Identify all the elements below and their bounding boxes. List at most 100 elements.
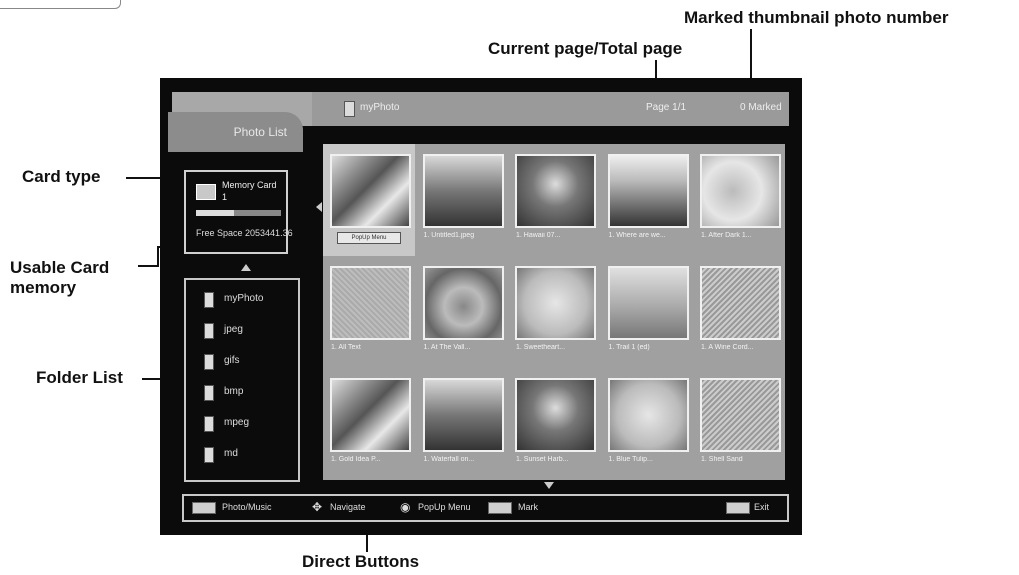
photo-thumbnail[interactable]: 1. Untitled1.jpeg xyxy=(416,144,508,256)
navigate-icon: ✥ xyxy=(312,500,323,514)
folder-name: jpeg xyxy=(224,324,243,335)
popup-menu-label: PopUp Menu xyxy=(418,502,471,512)
mark-label: Mark xyxy=(518,502,538,512)
photo-thumbnail[interactable]: 1. A Wine Cord... xyxy=(693,256,785,368)
photo-thumbnail-label: 1. Sunset Harb... xyxy=(516,456,569,463)
photo-thumbnail[interactable]: 1. Hawaii 07... xyxy=(508,144,600,256)
folder-icon xyxy=(204,385,214,401)
photo-thumbnail-image xyxy=(515,154,596,228)
callout-folder-list: Folder List xyxy=(36,368,123,387)
photo-thumbnail-label: 1. Untitled1.jpeg xyxy=(423,232,475,239)
photo-thumbnail[interactable]: 1. Blue Tulip... xyxy=(601,368,693,480)
red-key-icon xyxy=(192,502,216,514)
direct-button-bar: Photo/Music ✥ Navigate ◉ PopUp Menu Mark… xyxy=(182,494,789,522)
photo-thumbnail-image xyxy=(607,266,689,340)
folder-name: gifs xyxy=(224,355,240,366)
navigate-label: Navigate xyxy=(330,502,366,512)
photo-thumbnail-label: 1. A Wine Cord... xyxy=(701,344,754,351)
current-folder-path: myPhoto xyxy=(360,102,400,113)
photo-thumbnail-image xyxy=(515,266,596,340)
photo-thumbnail-image xyxy=(422,266,504,340)
photo-thumbnail-image xyxy=(330,378,411,452)
photo-thumbnail-label: 1. Hawaii 07... xyxy=(516,232,561,239)
photo-thumbnail-image xyxy=(607,154,689,228)
folder-icon xyxy=(344,101,355,117)
photo-thumbnail-image xyxy=(330,266,411,340)
exit-key-icon xyxy=(726,502,750,514)
marked-count: 0 Marked xyxy=(740,102,782,113)
photo-thumbnail[interactable]: 1. Sunset Harb... xyxy=(508,368,600,480)
photo-thumbnail-label: 1. Waterfall on... xyxy=(423,456,475,463)
photo-music-button[interactable]: Photo/Music xyxy=(192,501,332,515)
folder-icon xyxy=(204,416,214,432)
card-number: 1 xyxy=(222,192,228,202)
photo-thumbnail-label: 1. Where are we... xyxy=(608,232,666,239)
exit-button[interactable]: Exit xyxy=(726,501,784,515)
photo-thumbnail-label: 1. All Text xyxy=(331,344,361,351)
folder-icon xyxy=(204,354,214,370)
scroll-up-arrow-icon[interactable] xyxy=(241,264,251,271)
mark-button[interactable]: Mark xyxy=(488,501,568,515)
folder-name: md xyxy=(224,448,238,459)
photo-thumbnail-image xyxy=(422,154,504,228)
photo-thumbnail-label: 1. At The Vall... xyxy=(423,344,471,351)
callout-usable-memory-2: memory xyxy=(10,278,77,297)
folder-icon xyxy=(204,292,214,308)
photo-thumbnail[interactable]: 1. Sweetheart... xyxy=(508,256,600,368)
photo-thumbnail-image xyxy=(700,378,781,452)
card-type-label: Memory Card xyxy=(222,180,277,190)
photo-thumbnail-image xyxy=(607,378,689,452)
tv-photo-list-screen: myPhoto Page 1/1 0 Marked Photo List Mem… xyxy=(160,78,802,535)
photo-thumbnail-label: 1. Gold Idea P... xyxy=(331,456,381,463)
scroll-down-arrow-icon[interactable] xyxy=(544,482,554,489)
photo-thumbnail[interactable]: 1. Gold Idea P... xyxy=(323,368,415,480)
photo-thumbnail-image xyxy=(700,266,781,340)
photo-thumbnail-label: 1. Shell Sand xyxy=(701,456,743,463)
popup-menu-button[interactable]: ◉ PopUp Menu xyxy=(400,500,490,515)
memory-card-icon xyxy=(196,184,216,200)
photo-thumbnail[interactable]: 1. Shell Sand xyxy=(693,368,785,480)
enter-key-icon: ◉ xyxy=(400,500,411,514)
page-corner-decoration xyxy=(0,0,121,9)
photo-thumbnail-image xyxy=(330,154,411,228)
photo-thumbnail-label: 1. After Dark 1... xyxy=(701,232,752,239)
popup-menu-badge: PopUp Menu xyxy=(337,232,401,244)
photo-thumbnail[interactable]: 1. All Text xyxy=(323,256,415,368)
callout-usable-memory-1: Usable Card xyxy=(10,258,110,277)
photo-thumbnail[interactable]: PopUp Menu xyxy=(323,144,415,256)
callout-card-type: Card type xyxy=(22,167,101,186)
blue-key-icon xyxy=(488,502,512,514)
folder-name: myPhoto xyxy=(224,293,264,304)
photo-thumbnail-label: 1. Trail 1 (ed) xyxy=(608,344,650,351)
memory-usage-bar xyxy=(196,210,281,216)
navigate-button[interactable]: ✥ Navigate xyxy=(312,500,402,515)
photo-thumbnail-image xyxy=(700,154,781,228)
tab-photo-list[interactable]: Photo List xyxy=(168,112,303,152)
leader-line-usable-memory-v xyxy=(157,246,159,267)
folder-list: myPhoto jpeg gifs bmp mpeg md xyxy=(184,278,300,482)
leader-line-usable-memory-h1 xyxy=(138,265,158,267)
tab-photo-list-label: Photo List xyxy=(233,125,287,139)
memory-usage-fill xyxy=(196,210,235,216)
thumbnail-grid: PopUp Menu 1. Untitled1.jpeg 1. Hawaii 07.… xyxy=(323,144,785,480)
scroll-left-arrow-icon[interactable] xyxy=(316,202,322,212)
folder-name: mpeg xyxy=(224,417,250,428)
folder-icon xyxy=(204,447,214,463)
photo-thumbnail[interactable]: 1. At The Vall... xyxy=(416,256,508,368)
callout-current-page: Current page/Total page xyxy=(488,39,683,58)
photo-thumbnail-image xyxy=(515,378,596,452)
photo-thumbnail-label: 1. Blue Tulip... xyxy=(608,456,653,463)
folder-icon xyxy=(204,323,214,339)
free-space-label: Free Space 2053441.36 xyxy=(196,228,293,238)
photo-thumbnail[interactable]: 1. Trail 1 (ed) xyxy=(601,256,693,368)
callout-marked-thumbnail: Marked thumbnail photo number xyxy=(684,8,949,27)
exit-label: Exit xyxy=(754,502,770,512)
photo-thumbnail[interactable]: 1. Where are we... xyxy=(601,144,693,256)
photo-thumbnail[interactable]: 1. Waterfall on... xyxy=(416,368,508,480)
folder-name: bmp xyxy=(224,386,244,397)
photo-thumbnail[interactable]: 1. After Dark 1... xyxy=(693,144,785,256)
callout-direct-buttons: Direct Buttons xyxy=(302,552,420,571)
page-indicator: Page 1/1 xyxy=(646,102,687,113)
photo-thumbnail-image xyxy=(422,378,504,452)
photo-music-label: Photo/Music xyxy=(222,502,272,512)
